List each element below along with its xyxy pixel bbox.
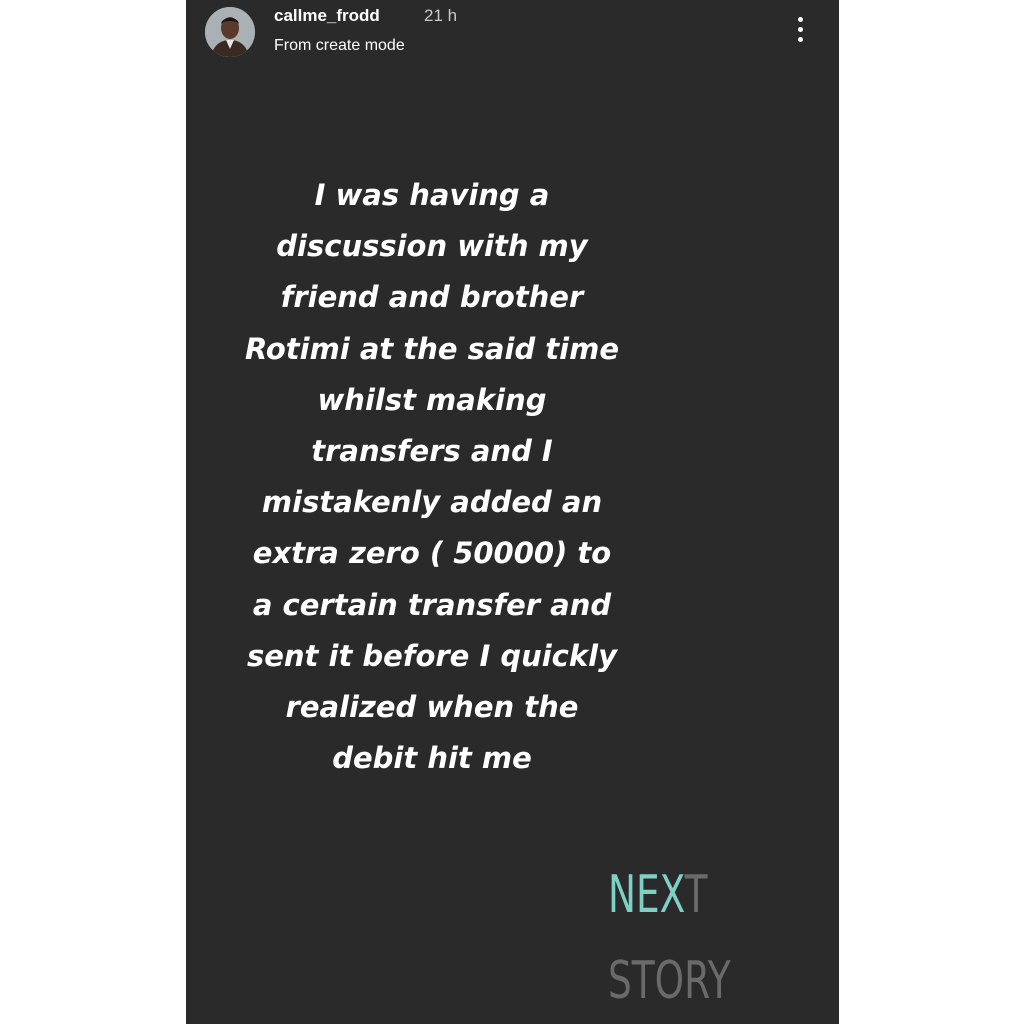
caption-line: mistakenly added an: [261, 485, 603, 520]
more-options-icon[interactable]: [789, 14, 813, 46]
caption-line: debit hit me: [332, 741, 532, 776]
story-view[interactable]: callme_frodd 21 h From create mode I was…: [186, 0, 839, 1024]
story-timestamp: 21 h: [424, 6, 458, 25]
next-word-rest: T: [684, 865, 708, 925]
caption-line: I was having a: [314, 178, 550, 212]
caption-line: a certain transfer and: [252, 587, 612, 622]
caption-line: discussion with my: [276, 229, 588, 264]
caption-line: extra zero ( 50000) to: [252, 536, 612, 571]
username[interactable]: callme_frodd: [274, 6, 380, 26]
next-word: NEXT: [608, 852, 730, 938]
story-caption: I was having a discussion with my friend…: [186, 170, 678, 784]
avatar[interactable]: [205, 7, 255, 57]
caption-line: realized when the: [285, 690, 579, 725]
story-subtitle: From create mode: [274, 37, 405, 54]
story-header: callme_frodd 21 h From create mode: [186, 0, 839, 70]
story-word: STORY: [608, 951, 731, 1011]
caption-line: transfers and I: [311, 434, 553, 469]
next-story-label[interactable]: NEXT STORY: [608, 852, 731, 1024]
caption-line: sent it before I quickly: [246, 638, 618, 673]
caption-line: friend and brother: [280, 280, 584, 315]
caption-line: whilst making: [317, 382, 547, 417]
caption-line: Rotimi at the said time: [245, 331, 619, 366]
next-word-highlight: NEX: [608, 865, 685, 925]
avatar-image: [205, 7, 255, 57]
